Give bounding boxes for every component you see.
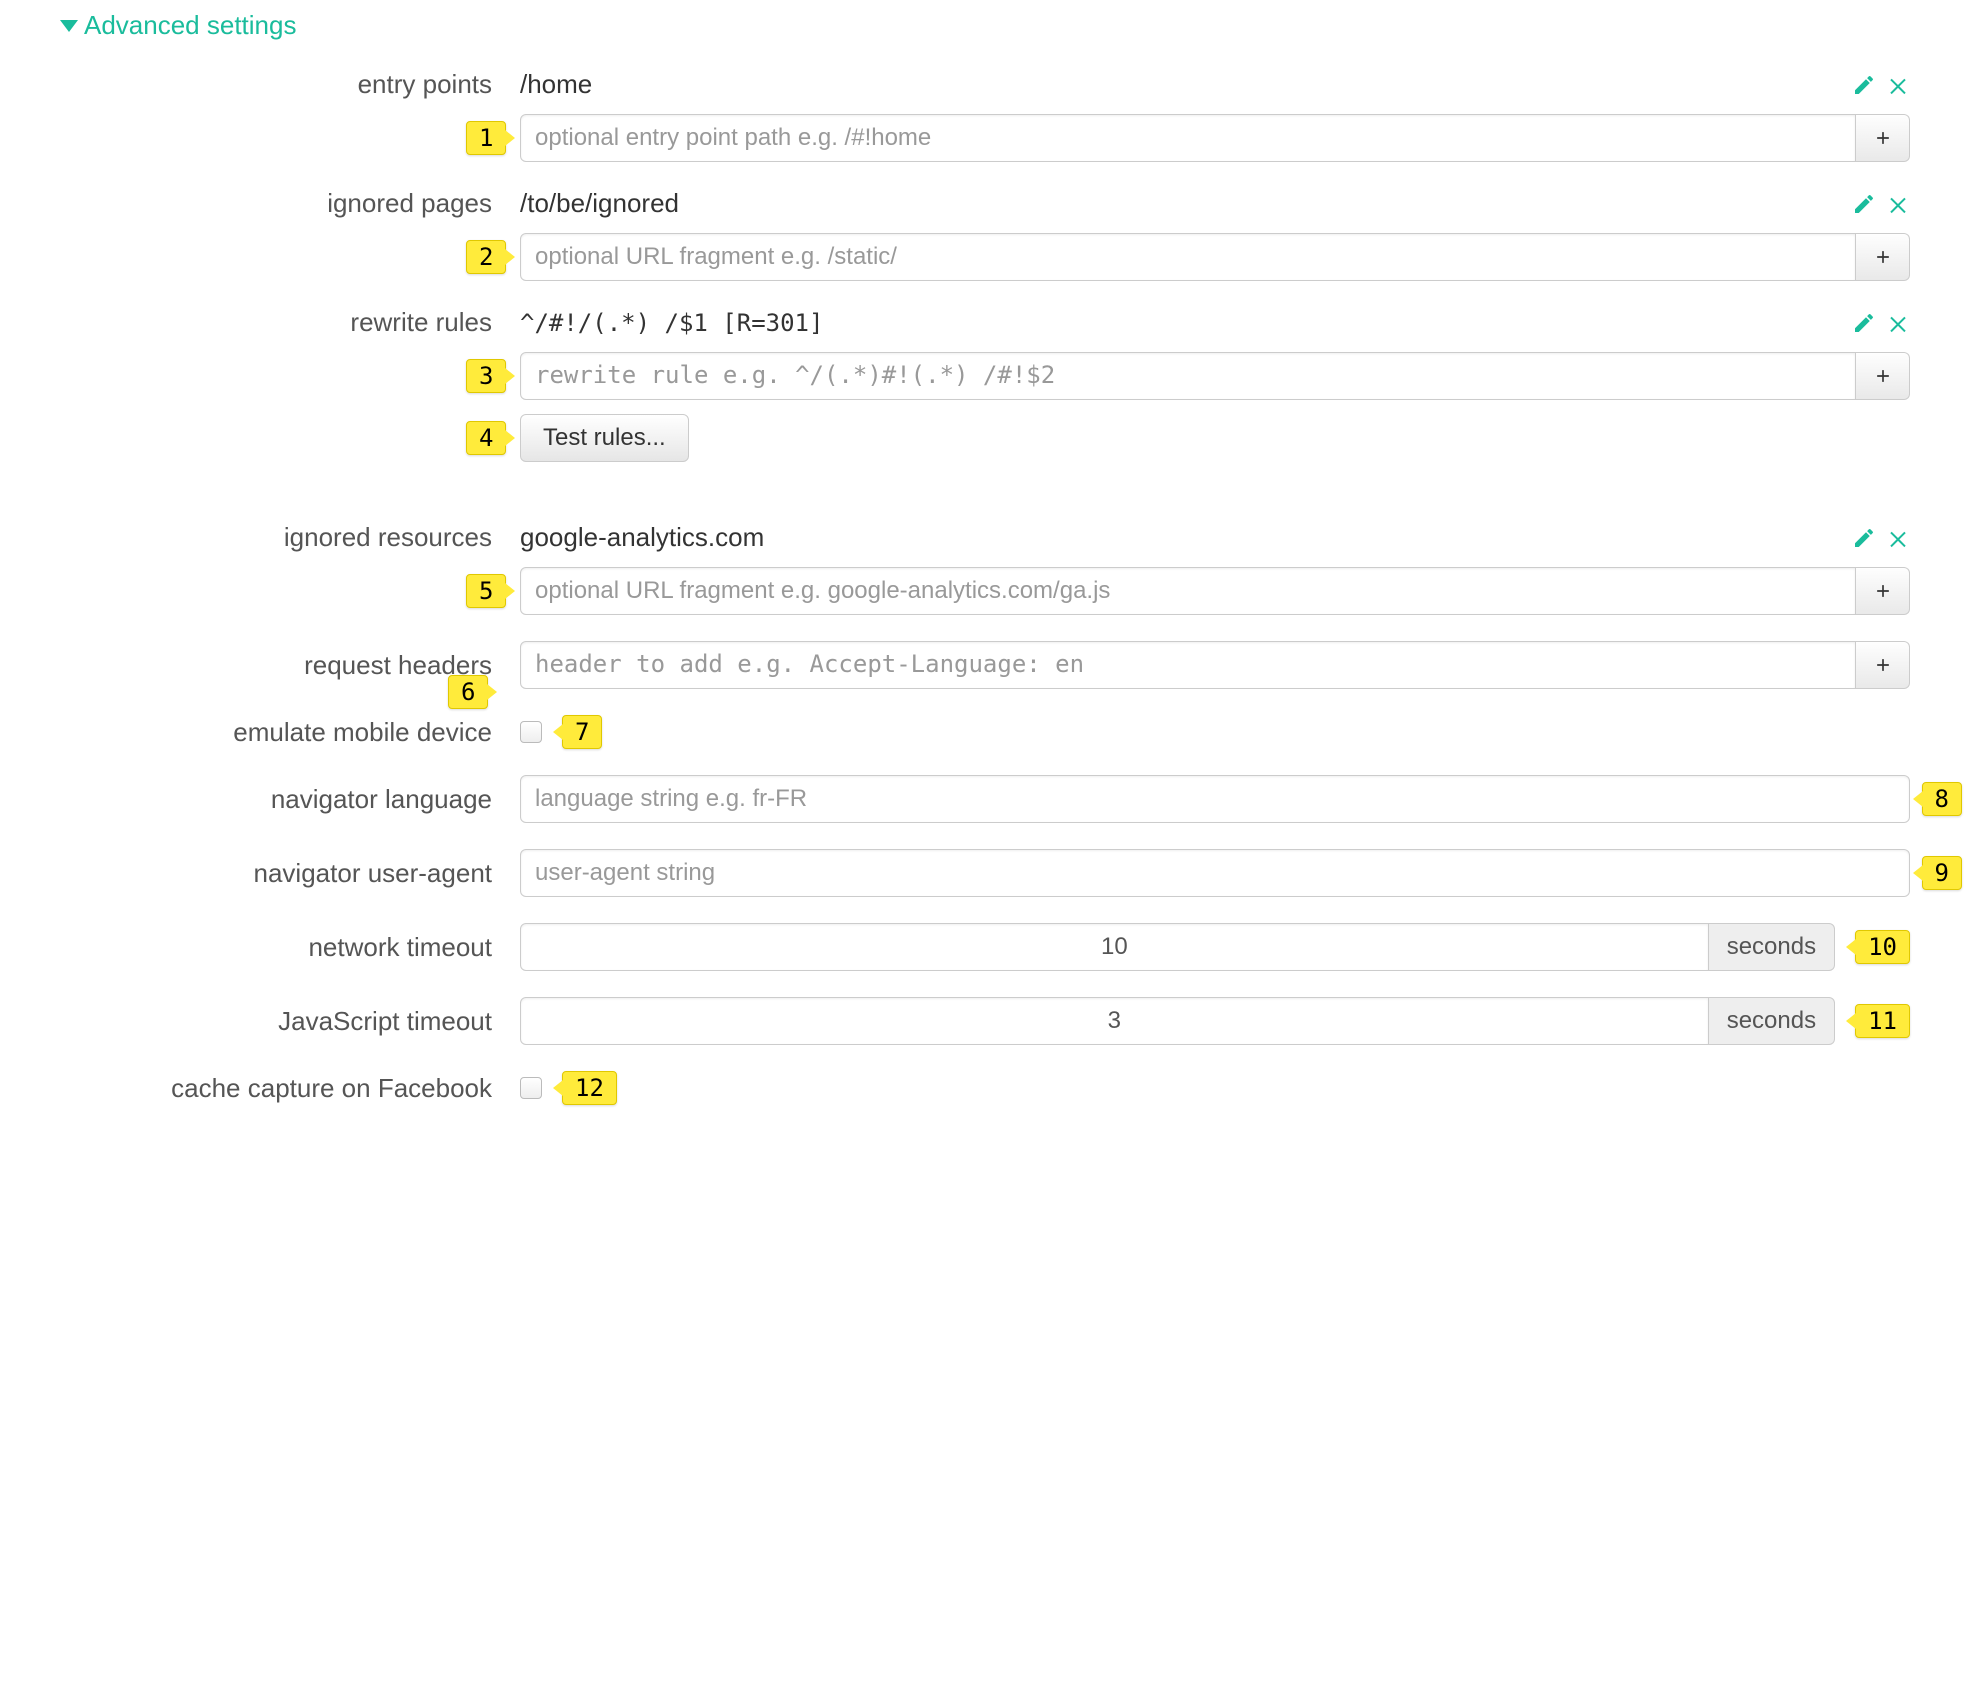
network-timeout-unit: seconds xyxy=(1709,923,1835,971)
cache-capture-fb-checkbox[interactable] xyxy=(520,1077,542,1099)
edit-icon[interactable] xyxy=(1852,311,1876,335)
ignored-resources-input[interactable] xyxy=(520,567,1856,615)
callout-9: 9 xyxy=(1922,856,1962,890)
callout-2: 2 xyxy=(466,240,506,274)
callout-1: 1 xyxy=(466,121,506,155)
edit-icon[interactable] xyxy=(1852,526,1876,550)
navigator-user-agent-label: navigator user-agent xyxy=(60,858,520,889)
request-headers-input[interactable] xyxy=(520,641,1856,689)
navigator-language-input[interactable] xyxy=(520,775,1910,823)
navigator-language-label: navigator language xyxy=(60,784,520,815)
network-timeout-label: network timeout xyxy=(60,932,520,963)
javascript-timeout-unit: seconds xyxy=(1709,997,1835,1045)
entry-points-value: /home xyxy=(520,69,592,100)
callout-12: 12 xyxy=(562,1071,617,1105)
edit-icon[interactable] xyxy=(1852,192,1876,216)
add-request-header-button[interactable] xyxy=(1856,641,1910,689)
add-entry-point-button[interactable] xyxy=(1856,114,1910,162)
delete-icon[interactable] xyxy=(1886,73,1910,97)
navigator-user-agent-input[interactable] xyxy=(520,849,1910,897)
callout-3: 3 xyxy=(466,359,506,393)
add-rewrite-rule-button[interactable] xyxy=(1856,352,1910,400)
entry-points-input[interactable] xyxy=(520,114,1856,162)
rewrite-rules-label: rewrite rules xyxy=(60,307,520,338)
entry-points-label: entry points xyxy=(60,69,520,100)
network-timeout-input[interactable] xyxy=(520,923,1709,971)
javascript-timeout-input[interactable] xyxy=(520,997,1709,1045)
delete-icon[interactable] xyxy=(1886,526,1910,550)
callout-6: 6 xyxy=(448,675,488,709)
rewrite-rules-value: ^/#!/(.*) /$1 [R=301] xyxy=(520,309,823,337)
rewrite-rules-input[interactable] xyxy=(520,352,1856,400)
callout-4: 4 xyxy=(466,421,506,455)
advanced-settings-title: Advanced settings xyxy=(84,10,296,41)
add-ignored-resource-button[interactable] xyxy=(1856,567,1910,615)
ignored-pages-value: /to/be/ignored xyxy=(520,188,679,219)
advanced-settings-toggle[interactable]: Advanced settings xyxy=(60,10,1910,41)
delete-icon[interactable] xyxy=(1886,311,1910,335)
add-ignored-page-button[interactable] xyxy=(1856,233,1910,281)
ignored-pages-input[interactable] xyxy=(520,233,1856,281)
callout-5: 5 xyxy=(466,574,506,608)
emulate-mobile-label: emulate mobile device xyxy=(60,717,520,748)
callout-8: 8 xyxy=(1922,782,1962,816)
ignored-resources-value: google-analytics.com xyxy=(520,522,764,553)
javascript-timeout-label: JavaScript timeout xyxy=(60,1006,520,1037)
emulate-mobile-checkbox[interactable] xyxy=(520,721,542,743)
ignored-resources-label: ignored resources xyxy=(60,522,520,553)
delete-icon[interactable] xyxy=(1886,192,1910,216)
edit-icon[interactable] xyxy=(1852,73,1876,97)
cache-capture-fb-label: cache capture on Facebook xyxy=(60,1073,520,1104)
callout-11: 11 xyxy=(1855,1004,1910,1038)
test-rules-button[interactable]: Test rules... xyxy=(520,414,689,462)
callout-10: 10 xyxy=(1855,930,1910,964)
callout-7: 7 xyxy=(562,715,602,749)
chevron-down-icon xyxy=(60,20,78,32)
ignored-pages-label: ignored pages xyxy=(60,188,520,219)
